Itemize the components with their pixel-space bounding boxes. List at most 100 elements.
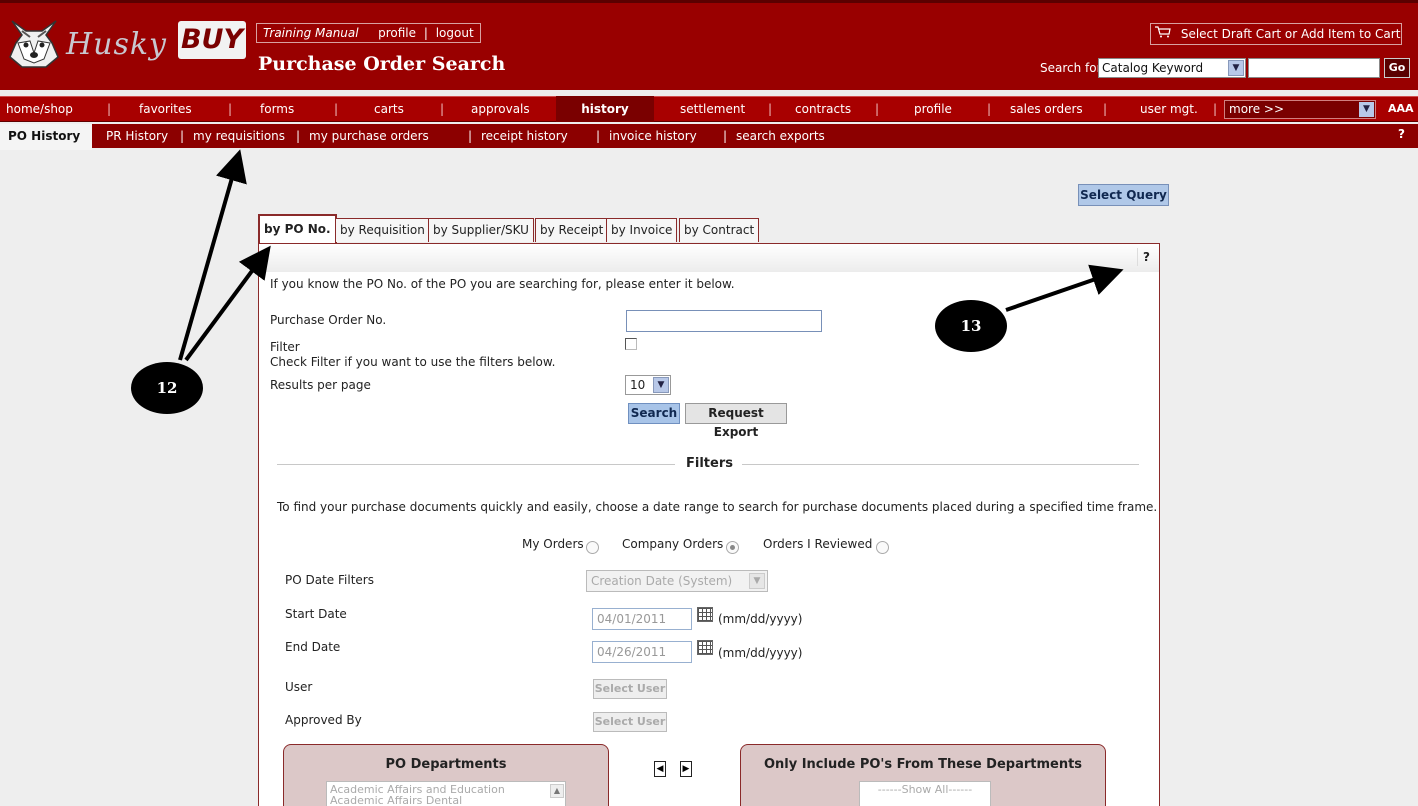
- scroll-up-icon[interactable]: ▲: [550, 784, 564, 798]
- chevron-down-icon: ▼: [1228, 60, 1244, 76]
- nav-carts[interactable]: carts: [374, 102, 404, 116]
- link-separator: |: [423, 26, 428, 40]
- filters-heading: Filters: [686, 456, 733, 471]
- select-user-button[interactable]: Select User: [593, 679, 667, 699]
- panel-header: [259, 244, 1159, 272]
- search-button[interactable]: Search: [628, 403, 680, 424]
- nav-separator: |: [596, 129, 601, 143]
- arrow-left-icon[interactable]: ◀: [654, 761, 666, 777]
- end-date-label: End Date: [285, 640, 341, 654]
- sub-nav: PO History PR History | my requisitions …: [0, 124, 1418, 150]
- nav-separator: |: [440, 102, 445, 116]
- logout-link[interactable]: logout: [436, 26, 474, 40]
- nav-sales-orders[interactable]: sales orders: [1010, 102, 1083, 116]
- nav-separator: |: [1103, 102, 1108, 116]
- nav-favorites[interactable]: favorites: [139, 102, 192, 116]
- help-icon[interactable]: ?: [1398, 127, 1405, 141]
- nav-separator: |: [723, 129, 728, 143]
- nav-separator: |: [228, 102, 233, 116]
- go-button[interactable]: Go: [1384, 58, 1410, 78]
- app-header: Husky BUY Training Manual profile | logo…: [0, 0, 1418, 90]
- po-date-filter-value: Creation Date (System): [591, 574, 733, 588]
- font-size-control[interactable]: AAA: [1388, 102, 1414, 115]
- cart-label: Select Draft Cart or Add Item to Cart: [1180, 27, 1401, 41]
- request-export-button[interactable]: Request Export: [685, 403, 787, 439]
- nav-separator: |: [296, 129, 301, 143]
- filter-hint: Check Filter if you want to use the filt…: [270, 355, 556, 369]
- list-item[interactable]: Academic Affairs Dental: [330, 795, 562, 806]
- nav-contracts[interactable]: contracts: [795, 102, 851, 116]
- nav-separator: |: [107, 102, 112, 116]
- subnav-invoice-history[interactable]: invoice history: [609, 129, 697, 143]
- subnav-po-history[interactable]: PO History: [0, 124, 92, 150]
- included-departments-list[interactable]: ------Show All------: [859, 781, 991, 806]
- filter-label: Filter: [270, 340, 300, 354]
- intro-text: If you know the PO No. of the PO you are…: [270, 277, 735, 291]
- link-separator: [366, 26, 370, 40]
- chevron-down-icon: ▼: [749, 573, 765, 589]
- tab-by-supplier-sku[interactable]: by Supplier/SKU: [428, 218, 534, 242]
- start-date-input[interactable]: 04/01/2011: [592, 608, 692, 630]
- results-per-page-label: Results per page: [270, 378, 371, 392]
- profile-link[interactable]: profile: [378, 26, 416, 40]
- calendar-icon[interactable]: [697, 607, 713, 622]
- tab-by-requisition[interactable]: by Requisition: [335, 218, 430, 242]
- search-scope-select[interactable]: Catalog Keyword ▼: [1098, 58, 1246, 78]
- nav-separator: |: [334, 102, 339, 116]
- date-format-hint: (mm/dd/yyyy): [718, 612, 803, 626]
- training-manual-link[interactable]: Training Manual: [263, 26, 359, 40]
- nav-home-shop[interactable]: home/shop: [6, 102, 73, 116]
- subnav-my-requisitions[interactable]: my requisitions: [193, 129, 285, 143]
- nav-separator: |: [1213, 102, 1218, 116]
- tab-by-receipt[interactable]: by Receipt: [535, 218, 609, 242]
- nav-forms[interactable]: forms: [260, 102, 294, 116]
- search-input[interactable]: [1248, 58, 1380, 78]
- page-title: Purchase Order Search: [258, 53, 506, 75]
- arrow-right-icon[interactable]: ▶: [680, 761, 692, 777]
- subnav-pr-history[interactable]: PR History: [106, 129, 168, 143]
- results-per-page-select[interactable]: 10 ▼: [625, 375, 671, 395]
- logo-buy-text: BUY: [178, 21, 246, 59]
- subnav-receipt-history[interactable]: receipt history: [481, 129, 568, 143]
- included-departments-box: Only Include PO's From These Departments…: [740, 744, 1106, 806]
- husky-logo-icon: [9, 20, 59, 68]
- subnav-search-exports[interactable]: search exports: [736, 129, 825, 143]
- results-per-page-value: 10: [630, 378, 646, 392]
- tab-by-contract[interactable]: by Contract: [679, 218, 760, 242]
- cart-button[interactable]: Select Draft Cart or Add Item to Cart: [1150, 23, 1402, 45]
- filter-checkbox[interactable]: [625, 338, 637, 350]
- nav-separator: |: [768, 102, 773, 116]
- date-format-hint: (mm/dd/yyyy): [718, 646, 803, 660]
- nav-more-select[interactable]: more >> ▼: [1224, 100, 1376, 119]
- nav-history[interactable]: history: [556, 96, 654, 122]
- po-departments-list[interactable]: Academic Affairs and Education Academic …: [326, 781, 566, 806]
- list-item[interactable]: ------Show All------: [863, 784, 987, 795]
- subnav-my-purchase-orders[interactable]: my purchase orders: [309, 129, 429, 143]
- nav-settlement[interactable]: settlement: [680, 102, 745, 116]
- nav-separator: |: [468, 129, 473, 143]
- radio-my-orders[interactable]: [586, 541, 599, 554]
- select-query-button[interactable]: Select Query: [1078, 184, 1169, 206]
- filters-divider-right: [742, 464, 1139, 465]
- huskybuy-logo[interactable]: Husky BUY: [4, 9, 248, 77]
- po-departments-box: PO Departments Academic Affairs and Educ…: [283, 744, 609, 806]
- calendar-icon[interactable]: [697, 640, 713, 655]
- nav-profile[interactable]: profile: [914, 102, 952, 116]
- nav-separator: |: [875, 102, 880, 116]
- end-date-input[interactable]: 04/26/2011: [592, 641, 692, 663]
- radio-label-my-orders: My Orders: [522, 537, 584, 551]
- po-date-filter-select[interactable]: Creation Date (System) ▼: [586, 570, 768, 592]
- radio-orders-reviewed[interactable]: [876, 541, 889, 554]
- radio-company-orders[interactable]: [726, 541, 739, 554]
- tab-by-po-no[interactable]: by PO No.: [258, 214, 337, 244]
- radio-label-company-orders: Company Orders: [622, 537, 724, 551]
- radio-label-orders-reviewed: Orders I Reviewed: [763, 537, 873, 551]
- po-number-input[interactable]: [626, 310, 822, 332]
- nav-approvals[interactable]: approvals: [471, 102, 530, 116]
- help-icon[interactable]: ?: [1137, 248, 1155, 266]
- select-approver-button[interactable]: Select User: [593, 712, 667, 732]
- tab-by-invoice[interactable]: by Invoice: [606, 218, 678, 242]
- search-label: Search for: [1040, 61, 1102, 75]
- nav-user-mgt[interactable]: user mgt.: [1140, 102, 1198, 116]
- included-departments-title: Only Include PO's From These Departments: [763, 757, 1083, 772]
